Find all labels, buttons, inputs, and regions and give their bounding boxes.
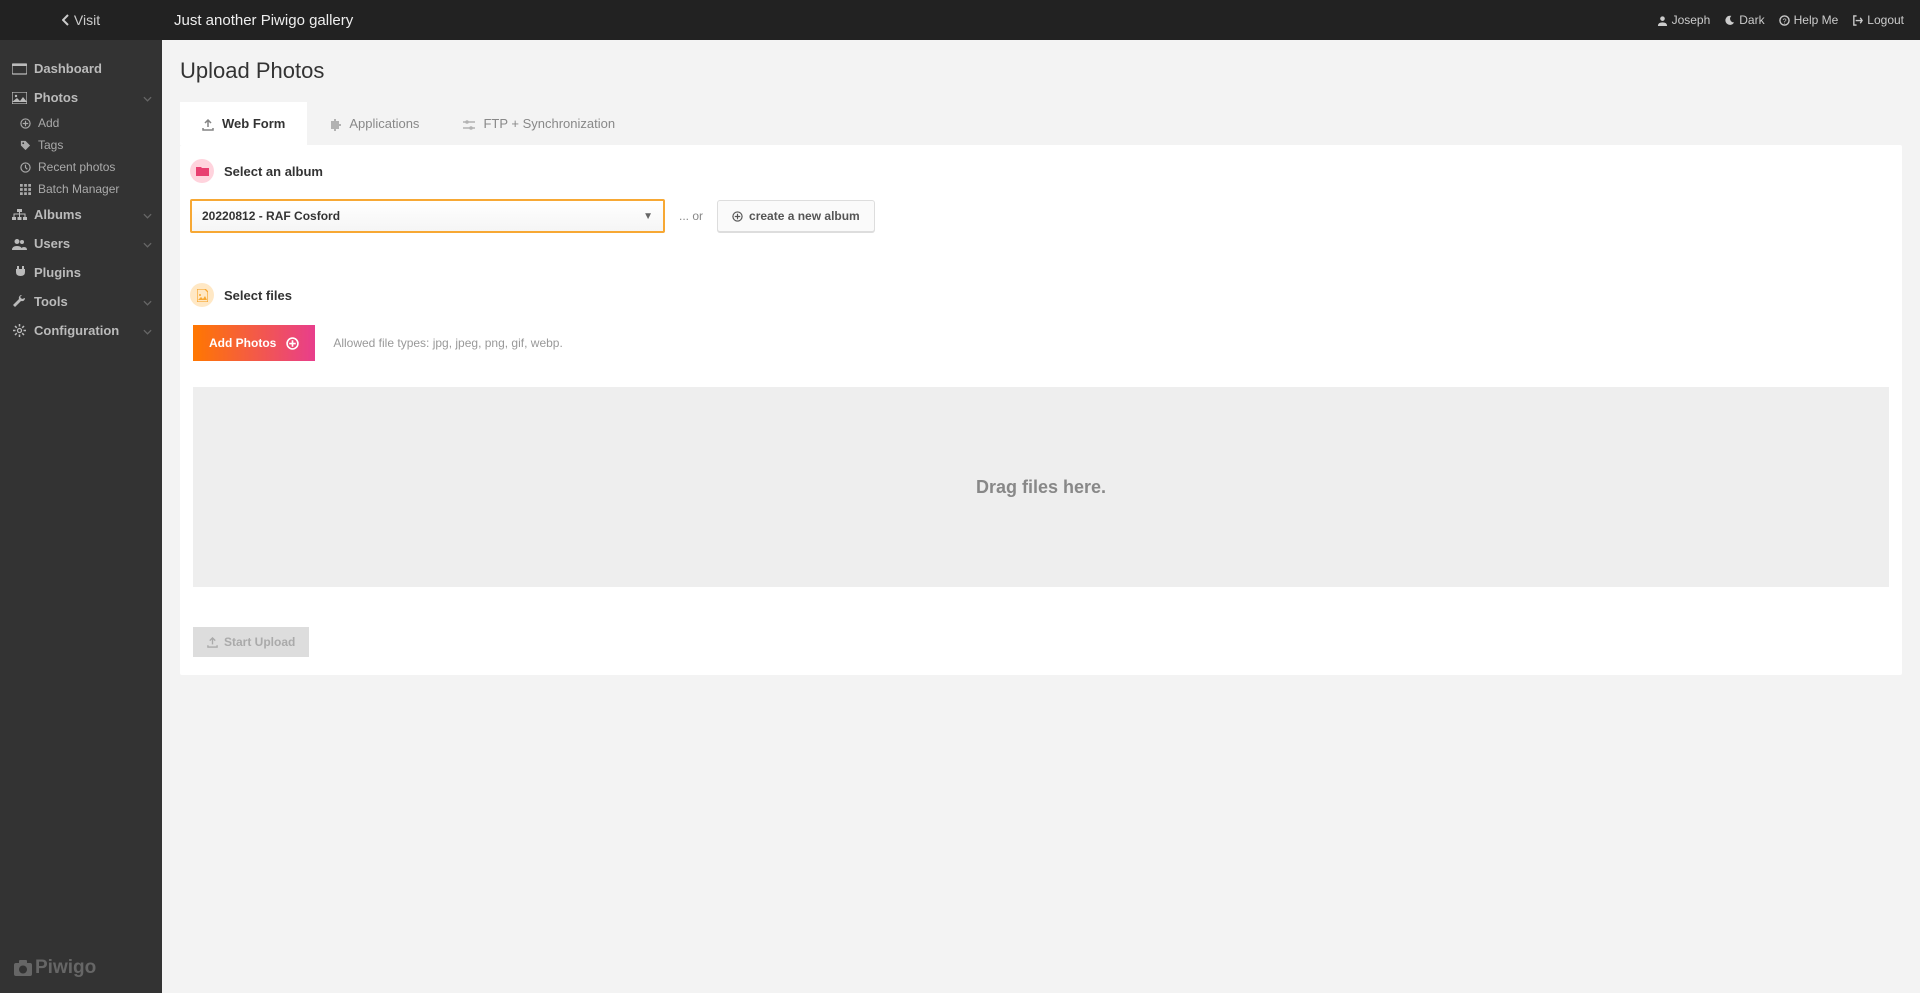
clock-icon [18, 162, 32, 173]
main-content: Upload Photos Web Form Applications FTP … [162, 40, 1920, 993]
sliders-icon [463, 116, 475, 131]
grid-icon [18, 184, 32, 195]
sidebar-item-label: Users [34, 236, 70, 251]
album-select[interactable]: 20220812 - RAF Cosford ▼ [190, 199, 665, 233]
sidebar-item-label: Configuration [34, 323, 119, 338]
sidebar-sub-batch[interactable]: Batch Manager [0, 178, 162, 200]
sitemap-icon [10, 209, 28, 221]
image-icon [10, 92, 28, 104]
dropzone[interactable]: Drag files here. [193, 387, 1889, 587]
sidebar-sub-add[interactable]: Add [0, 112, 162, 134]
sidebar-item-label: Plugins [34, 265, 81, 280]
sidebar-sub-recent[interactable]: Recent photos [0, 156, 162, 178]
sidebar-item-plugins[interactable]: Plugins [0, 258, 162, 287]
help-label: Help Me [1794, 13, 1839, 27]
plus-circle-icon [286, 337, 299, 350]
start-upload-label: Start Upload [224, 635, 295, 649]
folder-icon [190, 159, 214, 183]
chevron-left-icon [62, 14, 70, 26]
section-title: Select an album [224, 164, 323, 179]
dark-toggle[interactable]: Dark [1724, 13, 1764, 27]
album-section-head: Select an album [180, 145, 1902, 193]
plug-icon [10, 266, 28, 279]
upload-icon [202, 116, 214, 131]
sidebar-sub-label: Batch Manager [38, 182, 119, 196]
help-link[interactable]: ? Help Me [1779, 13, 1839, 27]
help-icon: ? [1779, 15, 1790, 26]
tab-label: Web Form [222, 116, 285, 131]
sidebar-item-photos[interactable]: Photos [0, 83, 162, 112]
sidebar: Dashboard Photos Add Tags Recent photos [0, 40, 162, 993]
sidebar-sub-tags[interactable]: Tags [0, 134, 162, 156]
or-text: ... or [679, 209, 703, 223]
sidebar-sub-label: Tags [38, 138, 63, 152]
topbar-right: Joseph Dark ? Help Me Logout [1657, 13, 1920, 27]
sidebar-sub-label: Recent photos [38, 160, 115, 174]
chevron-down-icon [143, 90, 152, 105]
logout-icon [1852, 15, 1863, 26]
visit-link[interactable]: Visit [0, 12, 162, 28]
start-upload-button[interactable]: Start Upload [193, 627, 309, 657]
tab-ftp[interactable]: FTP + Synchronization [441, 102, 637, 145]
page-title: Upload Photos [180, 58, 1902, 84]
dashboard-icon [10, 63, 28, 75]
chevron-down-icon [143, 323, 152, 338]
add-photos-label: Add Photos [209, 336, 276, 350]
user-icon [1657, 15, 1668, 26]
plus-circle-icon [732, 211, 743, 222]
selected-album: 20220812 - RAF Cosford [202, 209, 340, 223]
tab-label: FTP + Synchronization [483, 116, 615, 131]
camera-icon [14, 960, 32, 976]
logout-link[interactable]: Logout [1852, 13, 1904, 27]
site-title: Just another Piwigo gallery [174, 12, 1657, 29]
sidebar-item-label: Photos [34, 90, 78, 105]
tab-applications[interactable]: Applications [307, 102, 441, 145]
upload-icon [207, 637, 218, 648]
plus-circle-icon [18, 118, 32, 129]
create-album-button[interactable]: create a new album [717, 200, 875, 232]
sidebar-item-users[interactable]: Users [0, 229, 162, 258]
chevron-down-icon [143, 236, 152, 251]
dropzone-label: Drag files here. [976, 477, 1106, 498]
sidebar-item-label: Tools [34, 294, 68, 309]
sidebar-item-label: Albums [34, 207, 82, 222]
svg-text:?: ? [1782, 16, 1786, 25]
tab-label: Applications [349, 116, 419, 131]
sidebar-item-configuration[interactable]: Configuration [0, 316, 162, 345]
tag-icon [18, 140, 32, 151]
tabs: Web Form Applications FTP + Synchronizat… [180, 102, 1902, 145]
brand-label: Piwigo [35, 957, 96, 979]
topbar: Visit Just another Piwigo gallery Joseph… [0, 0, 1920, 40]
puzzle-icon [329, 116, 341, 131]
caret-down-icon: ▼ [643, 211, 653, 222]
dark-label: Dark [1739, 13, 1764, 27]
chevron-down-icon [143, 207, 152, 222]
cog-icon [10, 324, 28, 337]
sidebar-item-dashboard[interactable]: Dashboard [0, 54, 162, 83]
tab-webform[interactable]: Web Form [180, 102, 307, 145]
wrench-icon [10, 295, 28, 308]
logout-label: Logout [1867, 13, 1904, 27]
file-types-hint: Allowed file types: jpg, jpeg, png, gif,… [333, 336, 562, 350]
create-album-label: create a new album [749, 209, 860, 223]
files-section-head: Select files [180, 269, 1902, 317]
brand-logo: Piwigo [0, 943, 162, 993]
sidebar-item-label: Dashboard [34, 61, 102, 76]
users-icon [10, 238, 28, 250]
user-label: Joseph [1672, 13, 1711, 27]
user-menu[interactable]: Joseph [1657, 13, 1711, 27]
visit-label: Visit [74, 12, 100, 28]
moon-icon [1724, 15, 1735, 26]
sidebar-sub-label: Add [38, 116, 59, 130]
add-photos-button[interactable]: Add Photos [193, 325, 315, 361]
upload-panel: Select an album 20220812 - RAF Cosford ▼… [180, 145, 1902, 675]
chevron-down-icon [143, 294, 152, 309]
file-image-icon [190, 283, 214, 307]
sidebar-item-albums[interactable]: Albums [0, 200, 162, 229]
sidebar-item-tools[interactable]: Tools [0, 287, 162, 316]
section-title: Select files [224, 288, 292, 303]
